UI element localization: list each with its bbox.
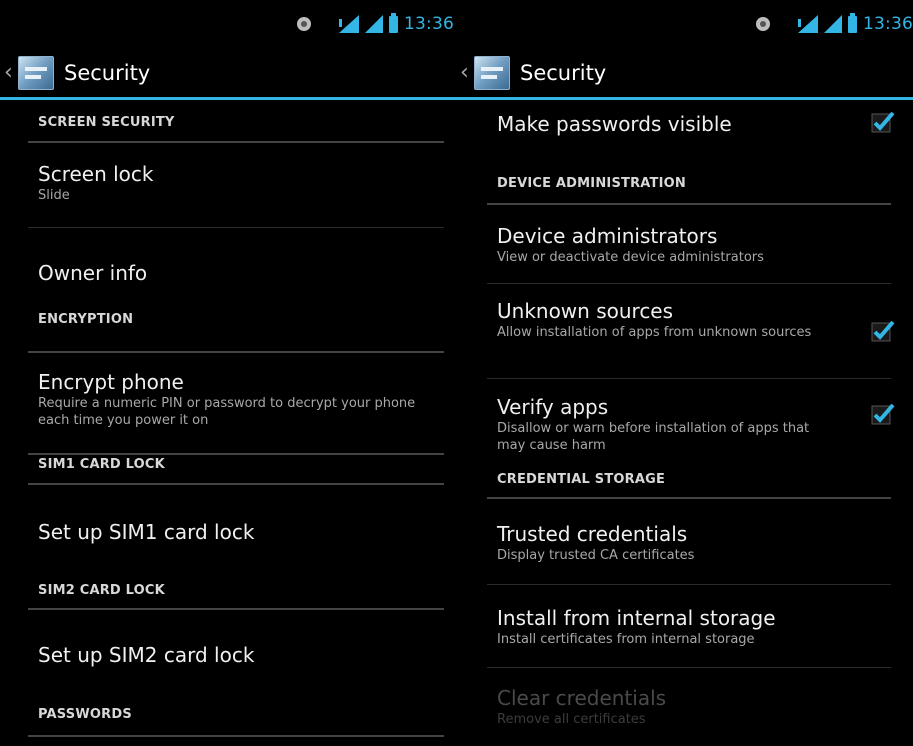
battery-icon [848, 12, 857, 33]
setting-summary: Display trusted CA certificates [497, 548, 695, 563]
settings-list: Make passwords visible DEVICE ADMINISTRA… [487, 103, 895, 738]
sim1-signal-icon [339, 15, 359, 33]
setting-clear-credentials: Clear credentials Remove all certificate… [487, 668, 891, 738]
setting-title: Unknown sources [497, 299, 674, 323]
setting-summary: Install certificates from internal stora… [497, 632, 755, 647]
setting-summary: Allow installation of apps from unknown … [497, 325, 812, 340]
section-header-device-administration: DEVICE ADMINISTRATION [487, 167, 891, 205]
section-header-credential-storage: CREDENTIAL STORAGE [487, 472, 891, 499]
checkbox-checked-icon[interactable] [871, 111, 895, 133]
status-clock: 13:36 [863, 14, 913, 34]
setting-summary: Disallow or warn before installation of … [497, 421, 810, 453]
setting-title: Trusted credentials [497, 522, 688, 546]
action-bar: ‹ Security [456, 48, 913, 100]
setting-summary: Require a numeric PIN or password to dec… [38, 396, 416, 428]
settings-app-icon[interactable] [474, 55, 510, 90]
section-header-screen-security: SCREEN SECURITY [28, 103, 444, 143]
setting-make-passwords-visible[interactable]: Make passwords visible [487, 103, 895, 167]
setting-summary: Remove all certificates [497, 712, 646, 727]
sim2-signal-icon [824, 15, 842, 33]
setting-title: Screen lock [38, 162, 154, 186]
setting-owner-info[interactable]: Owner info [28, 228, 444, 312]
sim1-signal-icon [798, 15, 818, 33]
status-icons: 13:36 [297, 12, 454, 34]
settings-list: SCREEN SECURITY Screen lock Slide Owner … [28, 103, 444, 455]
section-header-sim1-card-lock: SIM1 CARD LOCK [28, 455, 444, 485]
back-caret-icon[interactable]: ‹ [4, 61, 16, 84]
settings-list-lower: SIM1 CARD LOCK Set up SIM1 card lock SIM… [28, 455, 444, 737]
status-bar: 13:36 [456, 0, 913, 48]
setting-title: Clear credentials [497, 686, 667, 710]
setting-screen-lock[interactable]: Screen lock Slide [28, 143, 444, 228]
settings-app-icon[interactable] [18, 55, 54, 90]
back-caret-icon[interactable]: ‹ [460, 61, 472, 84]
setting-trusted-credentials[interactable]: Trusted credentials Display trusted CA c… [487, 499, 891, 585]
section-header-passwords: PASSWORDS [28, 705, 444, 737]
action-bar: ‹ Security [0, 48, 456, 100]
setting-title: Make passwords visible [497, 112, 732, 136]
status-clock: 13:36 [404, 14, 454, 34]
status-bar: 13:36 [0, 0, 456, 48]
alarm-icon [756, 17, 770, 31]
setting-title: Device administrators [497, 224, 718, 248]
setting-device-administrators[interactable]: Device administrators View or deactivate… [487, 205, 891, 284]
setting-title: Owner info [38, 261, 148, 285]
setting-summary: Slide [38, 188, 70, 203]
setting-sim1-card-lock[interactable]: Set up SIM1 card lock [28, 485, 444, 582]
setting-verify-apps[interactable]: Verify apps Disallow or warn before inst… [487, 379, 895, 472]
setting-unknown-sources[interactable]: Unknown sources Allow installation of ap… [487, 284, 895, 379]
setting-sim2-card-lock[interactable]: Set up SIM2 card lock [28, 610, 444, 705]
checkbox-checked-icon[interactable] [871, 320, 895, 342]
checkbox-checked-icon[interactable] [871, 403, 895, 425]
setting-install-from-storage[interactable]: Install from internal storage Install ce… [487, 585, 891, 668]
page-title: Security [64, 60, 151, 85]
status-icons: 13:36 [756, 12, 913, 34]
setting-title: Encrypt phone [38, 370, 184, 394]
setting-title: Set up SIM2 card lock [38, 643, 255, 667]
section-header-sim2-card-lock: SIM2 CARD LOCK [28, 582, 444, 610]
setting-title: Install from internal storage [497, 606, 776, 630]
left-screen: 13:36 ‹ Security SCREEN SECURITY Screen … [0, 0, 456, 746]
sim2-signal-icon [365, 15, 383, 33]
setting-title: Verify apps [497, 395, 609, 419]
alarm-icon [297, 17, 311, 31]
setting-encrypt-phone[interactable]: Encrypt phone Require a numeric PIN or p… [28, 353, 444, 453]
battery-icon [389, 12, 398, 33]
setting-title: Set up SIM1 card lock [38, 520, 255, 544]
right-screen: 13:36 ‹ Security Make passwords visible … [456, 0, 913, 746]
page-title: Security [520, 60, 607, 85]
setting-summary: View or deactivate device administrators [497, 250, 764, 265]
section-header-encryption: ENCRYPTION [28, 312, 444, 353]
